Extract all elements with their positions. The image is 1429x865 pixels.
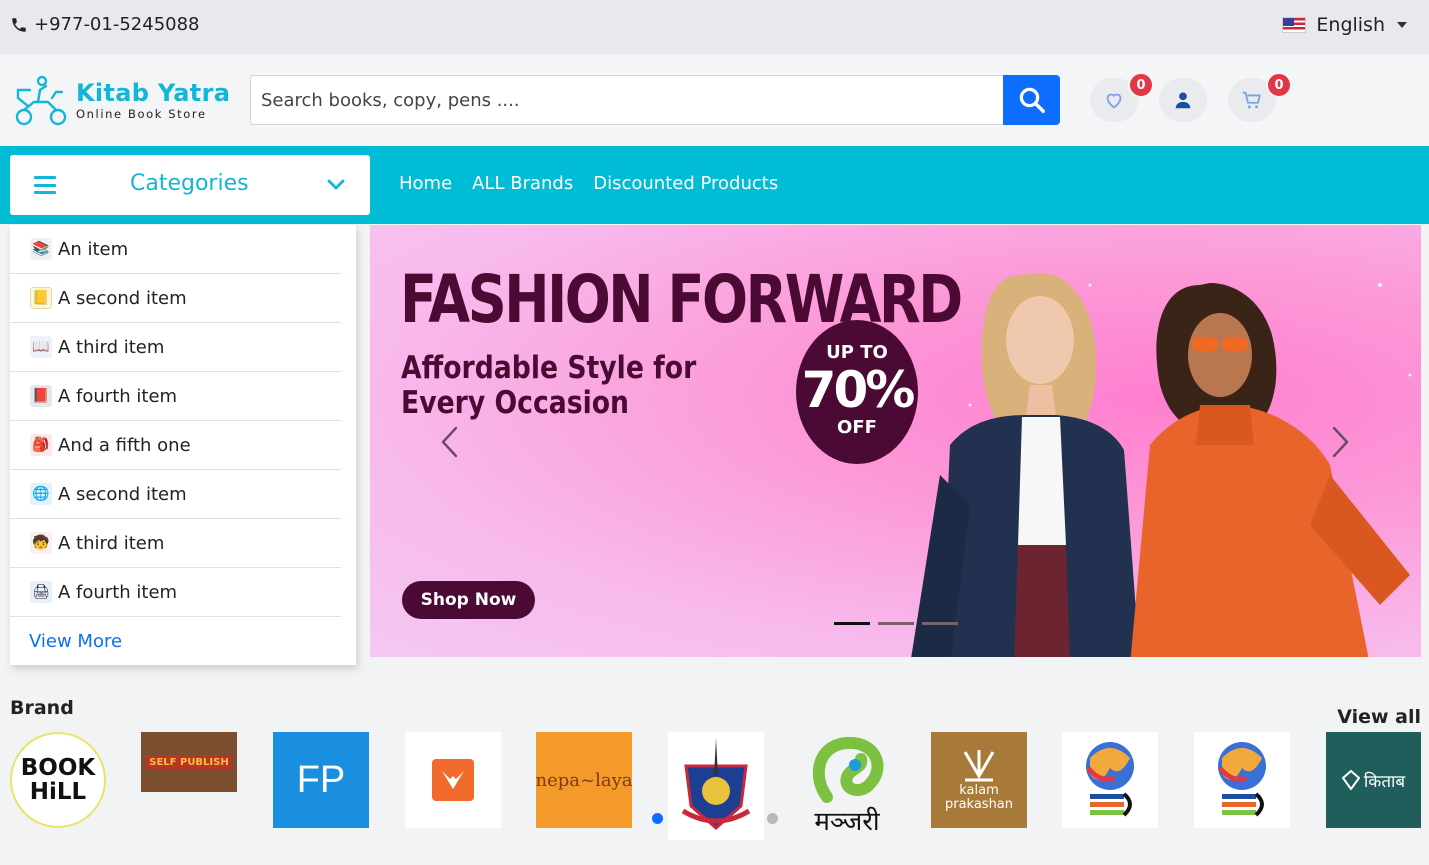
language-label: English — [1316, 14, 1385, 36]
category-item[interactable]: 🖨 A fourth item — [10, 568, 341, 617]
phone-number: +977-01-5245088 — [34, 14, 200, 35]
bird-icon — [432, 759, 474, 801]
school-bag-icon: 🎒 — [30, 434, 52, 456]
categories-dropdown[interactable]: Categories — [10, 155, 370, 215]
hamburger-icon — [34, 176, 56, 194]
fp-logo[interactable]: FP — [273, 732, 369, 828]
carousel-indicator[interactable] — [922, 622, 958, 625]
wishlist-count-badge: 0 — [1128, 72, 1154, 98]
site-logo[interactable]: Kitab Yatra Online Book Store — [12, 72, 230, 128]
caret-down-icon — [1397, 22, 1407, 28]
search-input[interactable] — [250, 75, 1003, 125]
view-all-brands-link[interactable]: View all — [1337, 706, 1421, 728]
carousel-indicator[interactable] — [834, 622, 870, 625]
phone-icon — [12, 17, 26, 32]
cart-icon — [1242, 91, 1261, 109]
globe-book-logo-1[interactable] — [1062, 732, 1158, 828]
globe-book-icon — [1086, 742, 1134, 817]
category-item[interactable]: 📒 A second item — [10, 274, 341, 323]
category-item[interactable]: 📕 A fourth item — [10, 372, 341, 421]
search-button[interactable] — [1003, 75, 1060, 125]
globe-book-icon — [1218, 742, 1266, 817]
emblem-logo[interactable] — [668, 732, 764, 840]
category-item[interactable]: 📖 A third item — [10, 323, 341, 372]
top-bar: +977-01-5245088 English — [0, 0, 1429, 54]
book-hill-logo[interactable]: BOOK HiLL — [10, 732, 106, 828]
search-bar — [250, 75, 1060, 125]
phone-contact[interactable]: +977-01-5245088 — [10, 14, 200, 35]
site-header: Kitab Yatra Online Book Store 0 0 — [0, 54, 1429, 146]
emblem-icon — [681, 738, 751, 830]
user-icon — [1175, 92, 1191, 109]
brand-carousel-dot[interactable] — [767, 813, 778, 824]
reader-icon: 📖 — [30, 336, 52, 358]
pen-nib-icon — [963, 750, 995, 782]
self-publish-logo[interactable]: SELF PUBLISH — [141, 732, 237, 792]
orange-bird-logo[interactable] — [405, 732, 501, 828]
promo-value: 70% — [801, 361, 916, 419]
category-item[interactable]: 🧒 A third item — [10, 519, 341, 568]
wishlist-button[interactable]: 0 — [1090, 72, 1154, 122]
category-item[interactable]: 📚 An item — [10, 225, 341, 274]
cart-count-badge: 0 — [1266, 72, 1292, 98]
manjari-logo[interactable]: मञ्जरी — [799, 732, 895, 842]
category-item[interactable]: 🎒 And a fifth one — [10, 421, 341, 470]
diamond-pen-icon — [1341, 770, 1360, 790]
globe-book-logo-2[interactable] — [1194, 732, 1290, 828]
hero-banner-carousel: FASHION FORWARD Affordable Style for Eve… — [370, 225, 1421, 657]
kitab-publishers-logo[interactable]: किताब — [1326, 732, 1421, 828]
banner-subtitle: Affordable Style for Every Occasion — [401, 350, 697, 421]
main-navbar: Categories Home ALL Brands Discounted Pr… — [0, 146, 1429, 224]
nav-link-home[interactable]: Home — [399, 173, 452, 194]
promo-off: OFF — [837, 417, 877, 438]
language-selector[interactable]: English — [1282, 14, 1407, 36]
nav-link-all-brands[interactable]: ALL Brands — [472, 173, 573, 194]
carousel-next-arrow-icon[interactable] — [1328, 425, 1352, 459]
kids-icon: 🧒 — [30, 532, 52, 554]
promo-up-to: UP TO — [826, 342, 888, 363]
logo-name: Kitab Yatra — [76, 79, 231, 107]
category-item[interactable]: 🌐 A second item — [10, 470, 341, 519]
view-more-link[interactable]: View More — [10, 617, 356, 665]
manjari-leaf-icon — [812, 737, 884, 803]
carousel-indicator[interactable] — [878, 622, 914, 625]
chevron-down-icon — [327, 179, 345, 190]
nepalaya-logo[interactable]: nepa~laya — [536, 732, 632, 828]
brand-section-title: Brand — [10, 697, 74, 719]
categories-label: Categories — [130, 171, 249, 196]
globe-icon: 🌐 — [30, 483, 52, 505]
heart-icon — [1106, 93, 1122, 109]
notebook-icon: 📒 — [30, 287, 52, 309]
logo-tagline: Online Book Store — [76, 107, 207, 121]
category-list: 📚 An item 📒 A second item 📖 A third item… — [10, 225, 356, 665]
printer-icon: 🖨 — [30, 581, 52, 603]
brand-carousel-dot-active[interactable] — [652, 813, 663, 824]
us-flag-icon — [1282, 17, 1307, 33]
shop-now-button[interactable]: Shop Now — [402, 581, 535, 619]
carousel-prev-arrow-icon[interactable] — [438, 425, 462, 459]
discount-badge: UP TO 70% OFF — [796, 320, 918, 464]
cart-button[interactable]: 0 — [1228, 72, 1292, 122]
books-stack-icon: 📚 — [30, 238, 52, 260]
scooter-logo-icon — [15, 75, 67, 126]
book-icon: 📕 — [30, 385, 52, 407]
account-button[interactable] — [1159, 78, 1207, 122]
nav-link-discounted-products[interactable]: Discounted Products — [593, 173, 778, 194]
search-icon — [1019, 87, 1045, 113]
kalam-logo[interactable]: kalam prakashan — [931, 732, 1027, 828]
carousel-indicators — [834, 622, 958, 625]
